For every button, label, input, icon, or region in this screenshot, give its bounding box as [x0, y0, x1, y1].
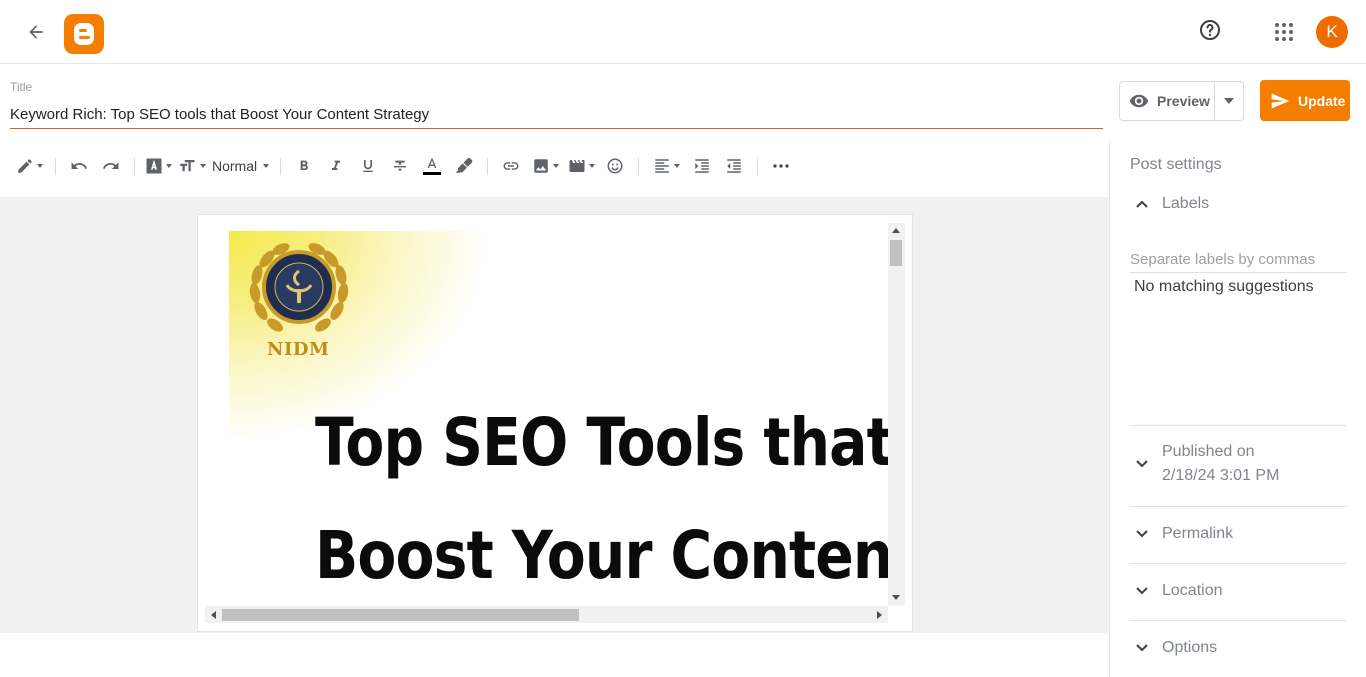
italic-button[interactable]: [320, 151, 352, 181]
top-bar: K: [0, 0, 1366, 64]
vertical-scrollbar[interactable]: [888, 223, 905, 606]
post-settings-sidebar: Post settings Labels No matching suggest…: [1109, 140, 1366, 677]
underline-button[interactable]: [352, 151, 384, 181]
published-on-toggle[interactable]: Published on 2/18/24 3:01 PM: [1130, 440, 1347, 488]
outdent-button[interactable]: [718, 151, 750, 181]
help-circle-icon: [1200, 20, 1220, 40]
blogger-logo-icon[interactable]: [64, 14, 104, 54]
preview-button[interactable]: Preview: [1120, 82, 1215, 120]
caret-down-icon: [1224, 98, 1234, 104]
options-toggle[interactable]: Options: [1130, 636, 1347, 660]
undo-icon: [71, 162, 88, 169]
pencil-mode-button[interactable]: [10, 151, 48, 181]
chevron-down-icon: [1136, 644, 1148, 652]
emoji-button[interactable]: [599, 151, 631, 181]
banner-headline-line-2: Boost Your Content: [315, 517, 888, 594]
location-label: Location: [1162, 582, 1223, 599]
horizontal-scrollbar[interactable]: [205, 606, 888, 623]
apps-grid-icon: [1275, 23, 1293, 41]
align-button[interactable]: [646, 151, 686, 181]
font-size-button[interactable]: [174, 151, 208, 181]
scroll-right-icon: [877, 611, 882, 619]
paragraph-style-label: Normal: [212, 158, 258, 174]
horizontal-scroll-thumb[interactable]: [222, 609, 579, 621]
paragraph-style-select[interactable]: Normal: [208, 151, 273, 181]
scroll-up-icon: [892, 228, 900, 233]
link-button[interactable]: [495, 151, 527, 181]
send-icon: [1271, 93, 1290, 108]
avatar[interactable]: K: [1316, 16, 1348, 48]
highlight-button[interactable]: [448, 151, 480, 181]
preview-button-group: Preview: [1119, 81, 1244, 121]
scroll-left-icon: [211, 611, 216, 619]
bold-icon: [300, 160, 308, 170]
align-left-icon: [654, 159, 669, 173]
permalink-toggle[interactable]: Permalink: [1130, 522, 1347, 546]
font-family-icon: [146, 158, 161, 174]
text-color-icon: [427, 158, 437, 168]
help-button[interactable]: [1194, 14, 1226, 46]
post-banner-image[interactable]: NIDM Top SEO Tools that Boost Your Conte…: [229, 231, 888, 606]
undo-button[interactable]: [63, 151, 95, 181]
nidm-logo-text: NIDM: [267, 339, 330, 360]
published-on-value: 2/18/24 3:01 PM: [1162, 467, 1280, 484]
highlighter-icon: [455, 157, 473, 173]
no-matching-suggestions: No matching suggestions: [1134, 278, 1314, 295]
preview-label: Preview: [1157, 93, 1210, 109]
strikethrough-icon: [394, 160, 407, 171]
text-size-icon: [179, 160, 194, 172]
link-icon: [503, 162, 519, 170]
options-label: Options: [1162, 639, 1218, 656]
editor-toolbar: Normal: [0, 140, 1108, 192]
post-settings-title: Post settings: [1130, 156, 1222, 173]
published-on-label: Published on: [1162, 443, 1255, 460]
update-label: Update: [1298, 92, 1346, 109]
chevron-down-icon: [1136, 530, 1148, 538]
vertical-scroll-thumb[interactable]: [890, 240, 902, 266]
strikethrough-button[interactable]: [384, 151, 416, 181]
redo-button[interactable]: [95, 151, 127, 181]
indent-icon: [695, 159, 709, 173]
back-button[interactable]: [20, 16, 52, 48]
preview-dropdown-button[interactable]: [1215, 82, 1243, 120]
update-button[interactable]: Update: [1260, 80, 1350, 121]
chevron-up-icon: [1136, 200, 1148, 208]
banner-headline-line-1: Top SEO Tools that: [315, 404, 888, 481]
text-color-button[interactable]: [416, 151, 448, 181]
location-toggle[interactable]: Location: [1130, 579, 1347, 603]
scroll-down-icon: [892, 595, 900, 600]
eye-icon: [1129, 94, 1149, 108]
emoji-icon: [607, 158, 623, 174]
outdent-icon: [727, 159, 741, 173]
italic-icon: [332, 160, 341, 170]
pencil-icon: [17, 159, 32, 173]
more-horizontal-icon: [773, 164, 789, 168]
insert-image-button[interactable]: [527, 151, 563, 181]
insert-video-button[interactable]: [563, 151, 599, 181]
chevron-down-icon: [1136, 460, 1148, 468]
indent-button[interactable]: [686, 151, 718, 181]
underline-icon: [363, 160, 373, 172]
nidm-logo-icon: [249, 243, 349, 332]
labels-section-toggle[interactable]: Labels: [1130, 192, 1347, 216]
chevron-down-icon: [1136, 587, 1148, 595]
title-input[interactable]: [10, 100, 1103, 129]
more-button[interactable]: [765, 151, 797, 181]
title-label: Title: [10, 80, 33, 94]
labels-heading: Labels: [1162, 195, 1210, 212]
redo-icon: [102, 162, 119, 169]
labels-input[interactable]: [1130, 247, 1347, 273]
font-family-button[interactable]: [142, 151, 174, 181]
apps-button[interactable]: [1268, 16, 1300, 48]
permalink-label: Permalink: [1162, 525, 1234, 542]
image-icon: [533, 159, 548, 173]
video-icon: [569, 160, 585, 172]
arrow-left-icon: [29, 25, 43, 39]
bold-button[interactable]: [288, 151, 320, 181]
